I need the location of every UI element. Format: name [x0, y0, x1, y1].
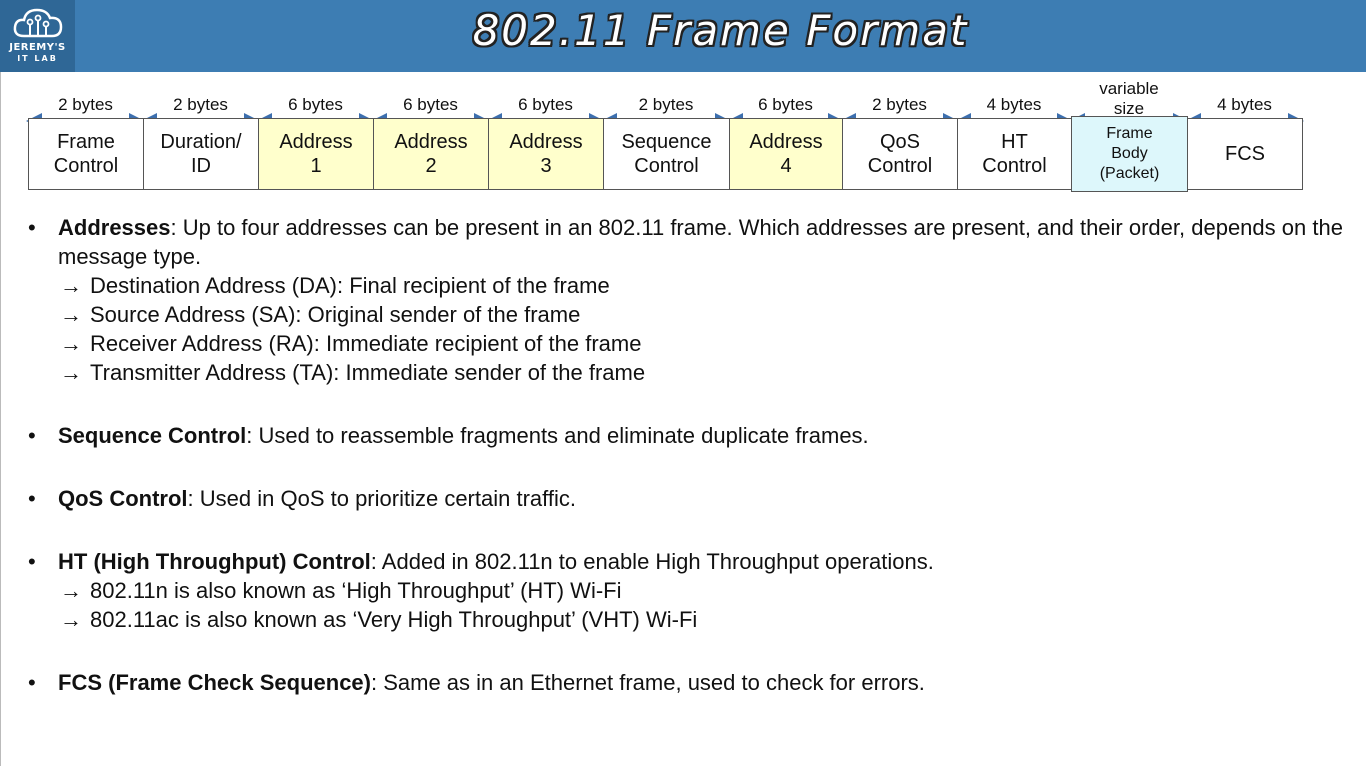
frame-field: Frame Control — [28, 118, 144, 190]
frame-field: Frame Body (Packet) — [1071, 116, 1188, 192]
field-size-label: 4 bytes — [1217, 95, 1272, 114]
bullet-text: : Used to reassemble fragments and elimi… — [246, 423, 869, 448]
field-size-label: 6 bytes — [758, 95, 813, 114]
field-size-label: 2 bytes — [638, 95, 694, 114]
arrow-icon: → — [60, 578, 82, 603]
arrow-icon: → — [60, 331, 82, 356]
bullet-dot: • — [28, 423, 36, 448]
bullet-dot: • — [28, 549, 36, 574]
sub-item: → 802.11ac is also known as ‘Very High Th… — [28, 605, 1348, 634]
frame-field: Duration/ ID — [143, 118, 259, 190]
sub-item-text: Transmitter Address (TA): Immediate send… — [90, 360, 646, 385]
field-size-label: variable size — [1099, 79, 1159, 118]
bullet-sequence-control: • Sequence Control: Used to reassemble f… — [28, 421, 1348, 450]
arrow-icon: → — [60, 302, 82, 327]
frame-field: QoS Control — [842, 118, 958, 190]
bullet-text: : Up to four addresses can be present in… — [58, 215, 1343, 269]
sub-item-text: 802.11n is also known as ‘High Throughpu… — [90, 578, 622, 603]
frame-field: Sequence Control — [603, 118, 730, 190]
field-size-label: 2 bytes — [58, 95, 113, 114]
frame-field: HT Control — [957, 118, 1072, 190]
bullet-fcs: • FCS (Frame Check Sequence): Same as in… — [28, 668, 1348, 697]
bullet-term: QoS Control — [58, 486, 188, 511]
bullet-dot: • — [28, 670, 36, 695]
bullet-dot: • — [28, 215, 36, 240]
bullet-term: FCS (Frame Check Sequence) — [58, 670, 371, 695]
sub-item: → Destination Address (DA): Final recipie… — [28, 271, 1348, 300]
sub-item-text: Destination Address (DA): Final recipien… — [90, 273, 610, 298]
bullet-text: : Same as in an Ethernet frame, used to … — [370, 670, 925, 695]
sub-item-text: 802.11ac is also known as ‘Very High Thr… — [90, 607, 698, 632]
sub-item: → Source Address (SA): Original sender of… — [28, 300, 1348, 329]
bullet-term: HT (High Throughput) Control — [58, 549, 371, 574]
sub-item: → 802.11n is also known as ‘High Throughp… — [28, 576, 1348, 605]
arrow-icon: → — [60, 607, 82, 632]
sub-item-text: Receiver Address (RA): Immediate recipie… — [90, 331, 642, 356]
frame-field: FCS — [1187, 118, 1303, 190]
arrow-icon: → — [60, 360, 82, 385]
bullet-qos-control: • QoS Control: Used in QoS to prioritize… — [28, 484, 1348, 513]
sub-item: → Transmitter Address (TA): Immediate sen… — [28, 358, 1348, 387]
field-size-label: 6 bytes — [403, 95, 458, 114]
field-size-label: 6 bytes — [518, 95, 573, 114]
bullet-text: : Used in QoS to prioritize certain traf… — [187, 486, 576, 511]
sub-item-text: Source Address (SA): Original sender of … — [90, 302, 581, 327]
frame-field: Address 3 — [488, 118, 604, 190]
bullet-term: Addresses — [58, 215, 171, 240]
frame-field: Address 1 — [258, 118, 374, 190]
field-size-label: 2 bytes — [872, 95, 927, 114]
field-size-label: 4 bytes — [986, 95, 1042, 114]
arrow-icon: → — [60, 273, 82, 298]
bullet-dot: • — [28, 486, 36, 511]
sub-item: → Receiver Address (RA): Immediate recipi… — [28, 329, 1348, 358]
field-size-label: 6 bytes — [288, 95, 343, 114]
field-size-label: 2 bytes — [173, 95, 228, 114]
frame-field: Address 4 — [729, 118, 843, 190]
bullet-term: Sequence Control — [58, 423, 247, 448]
bullet-text: : Added in 802.11n to enable High Throug… — [370, 549, 934, 574]
frame-field: Address 2 — [373, 118, 489, 190]
bullet-addresses: • Addresses: Up to four addresses can be… — [28, 213, 1348, 271]
bullet-list: • Addresses: Up to four addresses can be… — [28, 213, 1348, 697]
bullet-ht-control: • HT (High Throughput) Control: Added in… — [28, 547, 1348, 576]
